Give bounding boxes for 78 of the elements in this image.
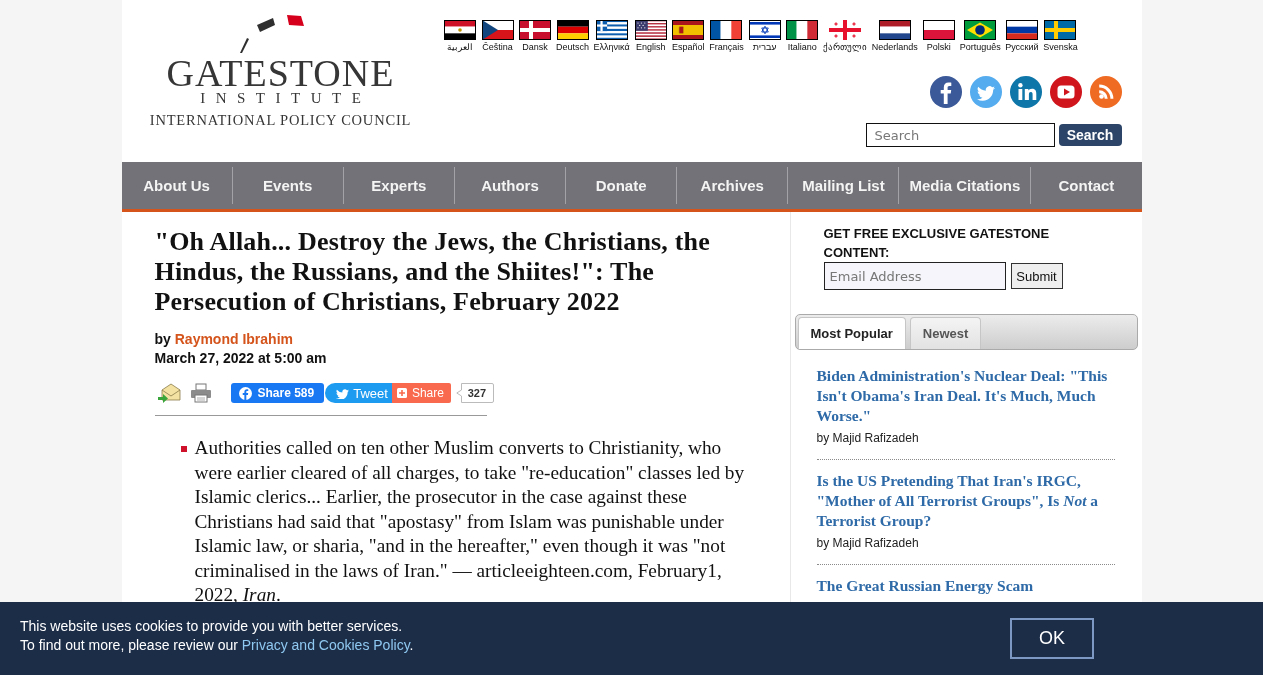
article-paragraph: Authorities called on ten other Muslim converts to Christianity, who were earlier cleared of all charges, to take "re-education" classes led by Islamic clerics... Earlier, the prosecutor in the case against these Christians had said that "apostasy" from Islam was punishable under Islamic law, or sharia, "and in the hereafter," even though it was "not criminalised in the laws of Iran." — articleeighteen.com, February1, 2022, Iran. <box>194 436 746 607</box>
nav-link[interactable]: Contact <box>1030 167 1142 204</box>
nav-link[interactable]: About Us <box>121 167 232 204</box>
georgian-flag-icon <box>829 20 862 40</box>
facebook-share-button[interactable]: Share 589 <box>230 383 325 403</box>
nav-link[interactable]: Media Citations <box>898 167 1031 204</box>
language-link[interactable]: Nederlands <box>871 20 918 53</box>
spanish-flag-icon <box>672 20 705 40</box>
email-icon[interactable] <box>156 382 181 404</box>
bullet-icon <box>180 446 187 452</box>
nav-link[interactable]: Experts <box>342 167 454 204</box>
author-link[interactable]: Raymond Ibrahim <box>174 331 293 347</box>
article-date: March 27, 2022 at 5:00 am <box>154 349 328 368</box>
language-link[interactable]: Dansk <box>518 20 552 53</box>
article-link[interactable]: Biden Administration's Nuclear Deal: "This Isn't Obama's Iran Deal. It's Much, Much Worse." <box>816 366 1115 426</box>
language-link[interactable]: ქართული <box>823 20 868 53</box>
plus-icon <box>396 388 407 398</box>
italian-flag-icon <box>786 20 819 40</box>
rss-feed-icon[interactable] <box>1089 76 1122 108</box>
submit-button[interactable]: Submit <box>1010 263 1063 289</box>
nav-link[interactable]: Mailing List <box>787 167 899 204</box>
language-link[interactable]: עברית <box>748 20 782 53</box>
tab[interactable]: Most Popular <box>797 317 906 349</box>
share-count: 327 <box>455 383 494 403</box>
french-flag-icon <box>710 20 743 40</box>
nav-link[interactable]: Events <box>231 167 343 204</box>
language-link[interactable]: Français <box>709 20 744 53</box>
czech-flag-icon <box>481 20 514 40</box>
american-flag-icon <box>634 20 667 40</box>
israeli-flag-icon <box>748 20 781 40</box>
egyptian-flag-icon <box>444 20 476 40</box>
email-field[interactable]: Email Address <box>823 262 1006 290</box>
article-byline: by Majid Rafizadeh <box>816 535 920 551</box>
article-byline: by Majid Rafizadeh <box>816 430 920 446</box>
language-link[interactable]: Español <box>671 20 705 53</box>
swedish-flag-icon <box>1044 20 1077 40</box>
bird-icon <box>336 387 350 399</box>
signup-heading: GET FREE EXCLUSIVE GATESTONE CONTENT: <box>823 225 1051 262</box>
polish-flag-icon <box>922 20 955 40</box>
ok-button[interactable]: OK <box>1010 618 1094 659</box>
article-link[interactable]: The Great Russian Energy Scam <box>816 576 1115 596</box>
facebook-icon[interactable] <box>929 76 962 108</box>
language-link[interactable]: Русский <box>1005 20 1039 53</box>
german-flag-icon <box>556 20 589 40</box>
tab[interactable]: Newest <box>909 317 982 349</box>
printer-icon[interactable] <box>189 383 212 403</box>
language-link[interactable]: Italiano <box>785 20 819 53</box>
logo-subtitle: INSTITUTE <box>199 91 372 106</box>
greek-flag-icon <box>595 20 628 40</box>
language-link[interactable]: Svenska <box>1043 20 1078 53</box>
language-link[interactable]: English <box>634 20 668 53</box>
logo-tagline: INTERNATIONAL POLICY COUNCIL <box>149 113 412 128</box>
dutch-flag-icon <box>878 20 911 40</box>
privacy-policy-link[interactable]: Privacy and Cookies Policy <box>241 637 410 653</box>
brazilian-flag-icon <box>964 20 997 40</box>
russian-flag-icon <box>1005 20 1038 40</box>
search-button[interactable]: Search <box>1058 124 1122 146</box>
nav-link[interactable]: Archives <box>676 167 788 204</box>
linkedin-icon[interactable] <box>1009 76 1042 108</box>
cookie-message: This website uses cookies to provide you with better services. <box>20 617 404 636</box>
logo-name: GATESTONE <box>166 58 395 88</box>
youtube-icon[interactable] <box>1049 76 1082 108</box>
nav-link[interactable]: Authors <box>453 167 566 204</box>
danish-flag-icon <box>519 20 551 40</box>
language-link[interactable]: Ελληνικά <box>593 20 630 53</box>
facebook-icon <box>238 386 252 400</box>
twitter-icon[interactable] <box>969 76 1002 108</box>
article-title: "Oh Allah... Destroy the Jews, the Christians, the Hindus, the Russians, and the Shiites!": The Persecution of Christians, February 2022 <box>154 227 712 317</box>
search-field[interactable]: Search <box>865 123 1055 147</box>
language-link[interactable]: Čeština <box>481 20 514 53</box>
cookie-message: To find out more, please review our Privacy and Cookies Policy. <box>20 636 414 655</box>
nav-link[interactable]: Donate <box>565 167 677 204</box>
language-link[interactable]: Deutsch <box>556 20 590 53</box>
language-link[interactable]: العربية <box>443 20 477 53</box>
language-link[interactable]: Polski <box>922 20 956 53</box>
language-link[interactable]: Português <box>959 20 1001 53</box>
article-link[interactable]: Is the US Pretending That Iran's IRGC, "Mother of All Terrorist Groups", Is Not a Terrorist Group? <box>816 471 1115 531</box>
byline: by Raymond Ibrahim <box>154 330 294 349</box>
